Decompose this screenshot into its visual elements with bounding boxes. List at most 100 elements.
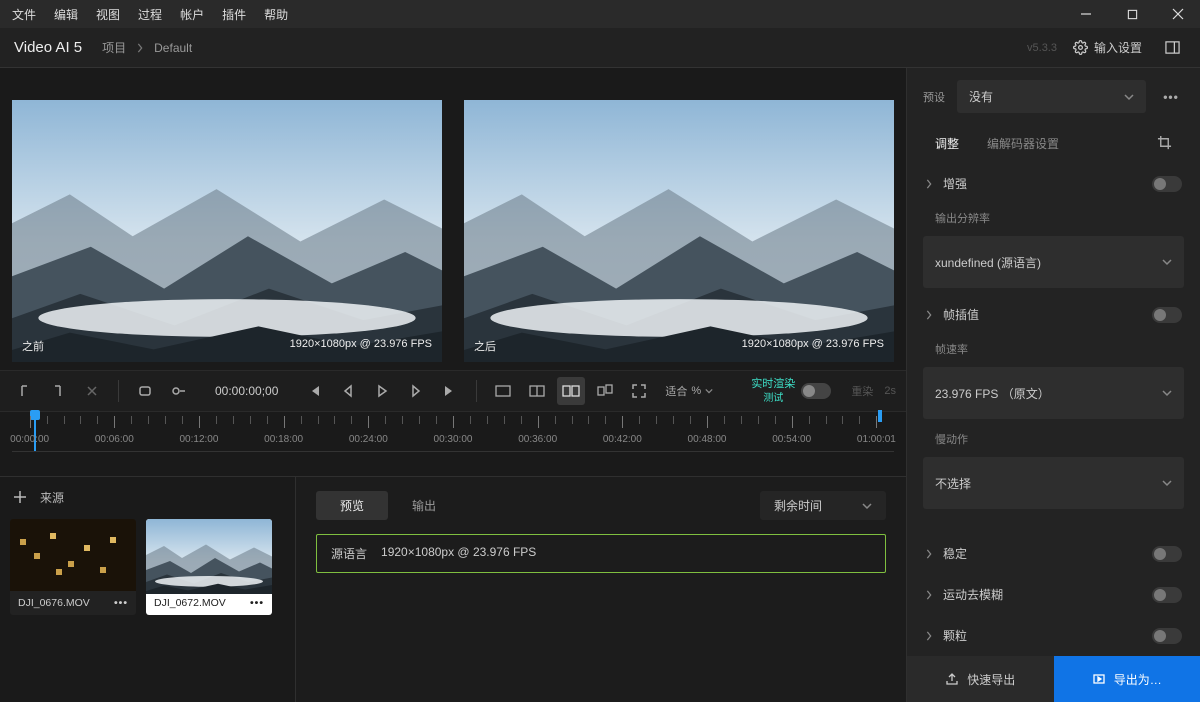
grain-toggle[interactable] [1152, 628, 1182, 644]
section-frame-interpolation[interactable]: 帧插值 [907, 294, 1200, 335]
go-end-button[interactable] [436, 377, 464, 405]
realtime-test-label: 测试 [763, 392, 783, 405]
menu-left: 文件 编辑 视图 过程 帐户 插件 帮助 [8, 6, 288, 23]
queue-tab-preview[interactable]: 预览 [316, 491, 388, 520]
view-split-button[interactable] [523, 377, 551, 405]
realtime-label: 实时渲染 [751, 377, 795, 391]
view-single-button[interactable] [489, 377, 517, 405]
timecode-display[interactable]: 00:00:00;00 [199, 384, 294, 398]
record-button[interactable] [165, 377, 193, 405]
preview-area: 之前 1920×1080px @ 23.976 FPS 之后 1920×1080… [0, 68, 906, 370]
mark-out-button[interactable] [44, 377, 72, 405]
add-source-button[interactable] [10, 487, 30, 507]
timeline[interactable]: 00:00:0000:06:0000:12:0000:18:0000:24:00… [0, 412, 906, 476]
menu-edit[interactable]: 编辑 [54, 6, 78, 23]
queue-panel: 预览 输出 剩余时间 源语言 1920×1080px @ 23.976 FPS [296, 477, 906, 702]
deblur-toggle[interactable] [1152, 587, 1182, 603]
breadcrumb: 项目 Default [102, 39, 192, 56]
section-stabilize[interactable]: 稳定 [907, 533, 1200, 574]
fullscreen-button[interactable] [625, 377, 653, 405]
window-controls [1072, 0, 1192, 28]
menu-file[interactable]: 文件 [12, 6, 36, 23]
frame-interpolation-toggle[interactable] [1152, 307, 1182, 323]
timeline-tick-label: 00:24:00 [349, 434, 388, 445]
title-bar: Video AI 5 项目 Default v5.3.3 输入设置 [0, 28, 1200, 68]
section-enhance[interactable]: 增强 [907, 163, 1200, 204]
minimize-button[interactable] [1072, 0, 1100, 28]
fps-label: 帧速率 [907, 335, 1200, 361]
export-as-button[interactable]: 导出为… [1054, 656, 1200, 702]
preview-before[interactable]: 之前 1920×1080px @ 23.976 FPS [12, 100, 442, 362]
tab-codec[interactable]: 编解码器设置 [987, 135, 1059, 153]
chevron-down-icon [862, 502, 872, 510]
chevron-down-icon [1162, 258, 1172, 266]
breadcrumb-label: 项目 [102, 39, 126, 56]
compare-button[interactable] [591, 377, 619, 405]
menu-help[interactable]: 帮助 [264, 6, 288, 23]
prev-frame-button[interactable] [334, 377, 362, 405]
realtime-toggle[interactable] [801, 383, 831, 399]
slowmo-label: 慢动作 [907, 425, 1200, 451]
source-menu-button[interactable]: ••• [250, 597, 264, 609]
chevron-right-icon [925, 549, 933, 559]
reload-label: 重染 2s [851, 383, 896, 399]
stabilize-toggle[interactable] [1152, 546, 1182, 562]
source-name: DJI_0676.MOV [18, 597, 90, 609]
section-motion-deblur[interactable]: 运动去模糊 [907, 574, 1200, 615]
maximize-button[interactable] [1118, 0, 1146, 28]
timeline-tick-label: 00:06:00 [95, 434, 134, 445]
go-start-button[interactable] [300, 377, 328, 405]
menu-view[interactable]: 视图 [96, 6, 120, 23]
menu-account[interactable]: 帐户 [180, 6, 204, 23]
source-thumb[interactable]: DJI_0676.MOV ••• [10, 519, 136, 615]
chevron-down-icon [1162, 389, 1172, 397]
timeline-tick-label: 00:12:00 [180, 434, 219, 445]
export-icon [1092, 672, 1106, 686]
timeline-tick-label: 00:54:00 [772, 434, 811, 445]
output-resolution-label: 输出分辨率 [907, 204, 1200, 230]
clear-marks-button[interactable] [78, 377, 106, 405]
mark-in-button[interactable] [10, 377, 38, 405]
sources-title: 来源 [40, 489, 64, 506]
timeline-tick-label: 00:42:00 [603, 434, 642, 445]
sources-panel: 来源 DJI_0676.MOV ••• DJI_0672.MOV ••• [0, 477, 296, 702]
timeline-tick-label: 00:30:00 [434, 434, 473, 445]
slowmo-select[interactable]: 不选择 [923, 457, 1184, 509]
fit-dropdown[interactable]: 适合 % [665, 383, 713, 399]
crop-button[interactable] [1157, 135, 1172, 153]
section-grain[interactable]: 颗粒 [907, 615, 1200, 656]
preset-select[interactable]: 没有 [957, 80, 1146, 113]
breadcrumb-value[interactable]: Default [154, 41, 192, 55]
panel-toggle-button[interactable] [1158, 34, 1186, 62]
output-resolution-select[interactable]: xundefined (源语言) [923, 236, 1184, 288]
fps-select[interactable]: 23.976 FPS （原文） [923, 367, 1184, 419]
play-button[interactable] [368, 377, 396, 405]
menu-plugins[interactable]: 插件 [222, 6, 246, 23]
chevron-down-icon [1162, 479, 1172, 487]
menu-process[interactable]: 过程 [138, 6, 162, 23]
app-title: Video AI 5 [14, 39, 82, 56]
preset-label: 预设 [923, 89, 945, 105]
source-name: DJI_0672.MOV [154, 597, 226, 609]
quick-export-button[interactable]: 快速导出 [907, 656, 1054, 702]
source-menu-button[interactable]: ••• [114, 597, 128, 609]
queue-item-label: 源语言 [331, 545, 367, 562]
timeline-tick-label: 00:36:00 [518, 434, 557, 445]
tab-adjust[interactable]: 调整 [935, 135, 959, 153]
preview-after[interactable]: 之后 1920×1080px @ 23.976 FPS [464, 100, 894, 362]
queue-item[interactable]: 源语言 1920×1080px @ 23.976 FPS [316, 534, 886, 573]
close-button[interactable] [1164, 0, 1192, 28]
chevron-down-icon [1124, 93, 1134, 101]
next-frame-button[interactable] [402, 377, 430, 405]
queue-sort-dropdown[interactable]: 剩余时间 [760, 491, 886, 520]
menu-bar: 文件 编辑 视图 过程 帐户 插件 帮助 [0, 0, 1200, 28]
queue-tab-output[interactable]: 输出 [388, 491, 460, 520]
source-thumb[interactable]: DJI_0672.MOV ••• [146, 519, 272, 615]
input-settings-button[interactable]: 输入设置 [1073, 39, 1142, 56]
timeline-tick-label: 01:00:01 [857, 434, 896, 445]
preset-more-button[interactable]: ••• [1158, 84, 1184, 110]
chevron-right-icon [136, 43, 144, 53]
view-side-by-side-button[interactable] [557, 377, 585, 405]
enhance-toggle[interactable] [1152, 176, 1182, 192]
loop-button[interactable] [131, 377, 159, 405]
